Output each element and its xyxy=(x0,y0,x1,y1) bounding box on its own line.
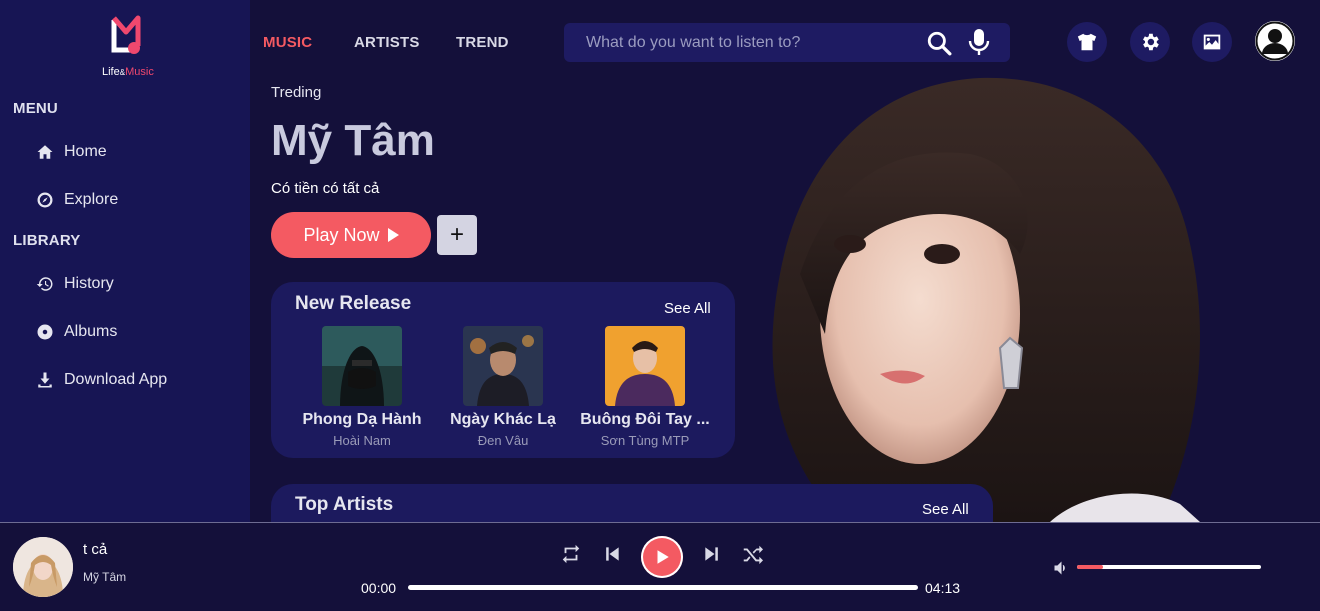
wallpaper-button[interactable] xyxy=(1192,22,1232,62)
sidebar-item-history[interactable]: History xyxy=(36,275,114,293)
download-icon xyxy=(38,372,52,388)
theme-button[interactable] xyxy=(1067,22,1107,62)
hero-artist-title: Mỹ Tâm xyxy=(271,116,435,165)
release-item[interactable]: Buông Đôi Tay ... Sơn Tùng MTP xyxy=(565,326,725,448)
sidebar-item-label: Albums xyxy=(64,323,118,340)
release-song-title: Buông Đôi Tay ... xyxy=(580,411,710,428)
volume-icon[interactable] xyxy=(1053,560,1069,576)
release-item[interactable]: Phong Dạ Hành Hoài Nam xyxy=(282,326,442,448)
previous-icon[interactable] xyxy=(602,544,622,564)
sidebar-item-label: Home xyxy=(64,143,107,160)
user-avatar-button[interactable] xyxy=(1255,21,1295,61)
history-icon xyxy=(36,277,53,291)
tab-music[interactable]: MUSIC xyxy=(263,34,312,51)
sidebar-item-download-app[interactable]: Download App xyxy=(36,371,167,389)
search-icon[interactable] xyxy=(926,30,952,56)
hero-artist-image xyxy=(772,77,1200,522)
release-artist-name: Đen Vâu xyxy=(477,433,529,448)
tab-trend[interactable]: TREND xyxy=(456,34,509,51)
sidebar-item-label: Explore xyxy=(64,191,119,208)
user-icon xyxy=(1255,21,1295,61)
sidebar-item-explore[interactable]: Explore xyxy=(36,191,118,209)
trending-label: Treding xyxy=(271,84,322,101)
album-cover xyxy=(463,326,543,406)
sidebar-item-label: History xyxy=(64,275,114,292)
volume-slider[interactable] xyxy=(1077,565,1261,569)
settings-button[interactable] xyxy=(1130,22,1170,62)
shirt-icon xyxy=(1077,33,1097,51)
play-now-label: Play Now xyxy=(303,224,380,245)
player-bar: t cả Mỹ Tâm 00:00 04:13 xyxy=(0,522,1320,611)
library-section-title: LIBRARY xyxy=(13,232,81,249)
app-logo[interactable]: Life&Music xyxy=(102,14,166,80)
now-playing-title: t cả xyxy=(83,541,108,558)
search-input[interactable] xyxy=(586,23,906,62)
player-play-button[interactable] xyxy=(641,536,683,578)
top-artists-title: Top Artists xyxy=(295,494,394,515)
release-artist-name: Sơn Tùng MTP xyxy=(600,433,690,448)
sidebar-item-albums[interactable]: Albums xyxy=(36,323,117,341)
top-artists-see-all-link[interactable]: See All xyxy=(922,501,969,518)
logo-text: Life&Music xyxy=(102,66,154,78)
logo-mark-icon xyxy=(111,15,141,54)
add-button[interactable]: + xyxy=(437,215,477,255)
progress-bar[interactable] xyxy=(408,585,918,590)
hero-subtitle: Có tiền có tất cả xyxy=(271,180,380,197)
microphone-icon[interactable] xyxy=(968,28,990,56)
sidebar: Life&Music MENU Home Explore LIBRARY His… xyxy=(0,0,250,522)
next-icon[interactable] xyxy=(702,544,722,564)
play-icon xyxy=(657,550,669,564)
image-icon xyxy=(1203,34,1221,50)
repeat-icon[interactable] xyxy=(560,543,582,565)
release-song-title: Phong Dạ Hành xyxy=(302,411,422,428)
sidebar-item-label: Download App xyxy=(64,371,168,388)
sidebar-item-home[interactable]: Home xyxy=(36,143,107,161)
tab-artists[interactable]: ARTISTS xyxy=(354,34,420,51)
compass-icon xyxy=(37,192,53,208)
release-item[interactable]: Ngày Khác Lạ Đen Vâu xyxy=(423,326,583,448)
menu-section-title: MENU xyxy=(13,100,58,117)
play-now-button[interactable]: Play Now xyxy=(271,212,431,258)
new-release-title: New Release xyxy=(295,293,412,314)
play-icon xyxy=(387,228,399,242)
home-icon xyxy=(37,145,53,159)
release-song-title: Ngày Khác Lạ xyxy=(450,411,556,428)
album-cover xyxy=(605,326,685,406)
now-playing-cover xyxy=(13,537,73,597)
release-artist-name: Hoài Nam xyxy=(333,433,391,448)
current-time: 00:00 xyxy=(361,580,397,596)
gear-icon xyxy=(1143,33,1159,51)
now-playing-artist: Mỹ Tâm xyxy=(83,570,127,584)
album-cover xyxy=(322,326,402,406)
volume-fill xyxy=(1077,565,1103,569)
disc-icon xyxy=(37,324,53,340)
new-release-see-all-link[interactable]: See All xyxy=(664,300,711,317)
shuffle-icon[interactable] xyxy=(741,543,763,565)
total-time: 04:13 xyxy=(925,580,961,596)
